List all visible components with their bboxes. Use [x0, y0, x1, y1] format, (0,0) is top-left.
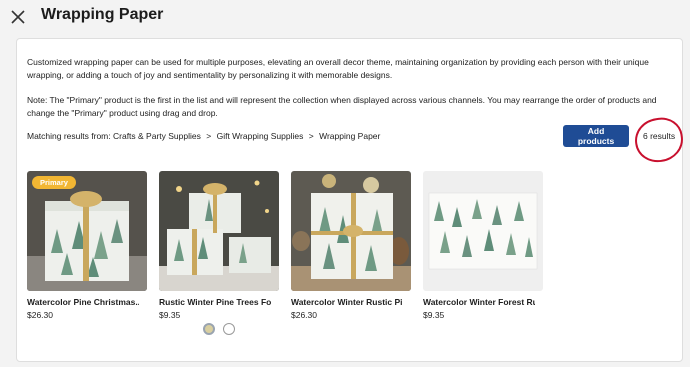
product-card[interactable]: Watercolor Winter Rustic Pine... $26.30 — [291, 171, 411, 320]
breadcrumb: Matching results from: Crafts & Party Su… — [27, 131, 380, 141]
breadcrumb-item[interactable]: Wrapping Paper — [319, 131, 380, 141]
note-text: Note: The "Primary" product is the first… — [27, 95, 657, 118]
breadcrumb-item[interactable]: Crafts & Party Supplies — [113, 131, 201, 141]
page-title: Wrapping Paper — [41, 6, 164, 23]
header: Wrapping Paper — [0, 0, 690, 36]
product-price: $26.30 — [27, 310, 53, 320]
product-price: $26.30 — [291, 310, 317, 320]
product-card[interactable]: Watercolor Winter Forest Rus... $9.35 — [423, 171, 543, 320]
product-name[interactable]: Rustic Winter Pine Trees Fore... — [159, 297, 271, 307]
product-name[interactable]: Watercolor Pine Christmas... — [27, 297, 139, 307]
product-card[interactable]: Primary Watercolor Pine Christmas... $26… — [27, 171, 147, 320]
product-price: $9.35 — [423, 310, 445, 320]
product-card[interactable]: Rustic Winter Pine Trees Fore... $9.35 — [159, 171, 279, 320]
breadcrumb-separator: > — [206, 131, 212, 141]
product-name[interactable]: Watercolor Winter Rustic Pine... — [291, 297, 403, 307]
breadcrumb-separator: > — [308, 131, 314, 141]
description-text: Customized wrapping paper can be used fo… — [27, 57, 649, 80]
add-products-button[interactable]: Add products — [563, 125, 629, 147]
matching-label: Matching results from: — [27, 131, 111, 141]
annotation-circle — [632, 114, 686, 166]
product-image[interactable] — [159, 171, 279, 291]
product-name[interactable]: Watercolor Winter Forest Rus... — [423, 297, 535, 307]
primary-badge: Primary — [32, 176, 76, 189]
product-image[interactable] — [291, 171, 411, 291]
breadcrumb-item[interactable]: Gift Wrapping Supplies — [217, 131, 304, 141]
product-price: $9.35 — [159, 310, 181, 320]
collection-panel: Customized wrapping paper can be used fo… — [16, 38, 686, 362]
close-icon[interactable] — [10, 9, 26, 25]
color-swatch-selected[interactable] — [203, 323, 215, 335]
color-swatch[interactable] — [223, 323, 235, 335]
product-image[interactable]: Primary — [27, 171, 147, 291]
product-image[interactable] — [423, 171, 543, 291]
